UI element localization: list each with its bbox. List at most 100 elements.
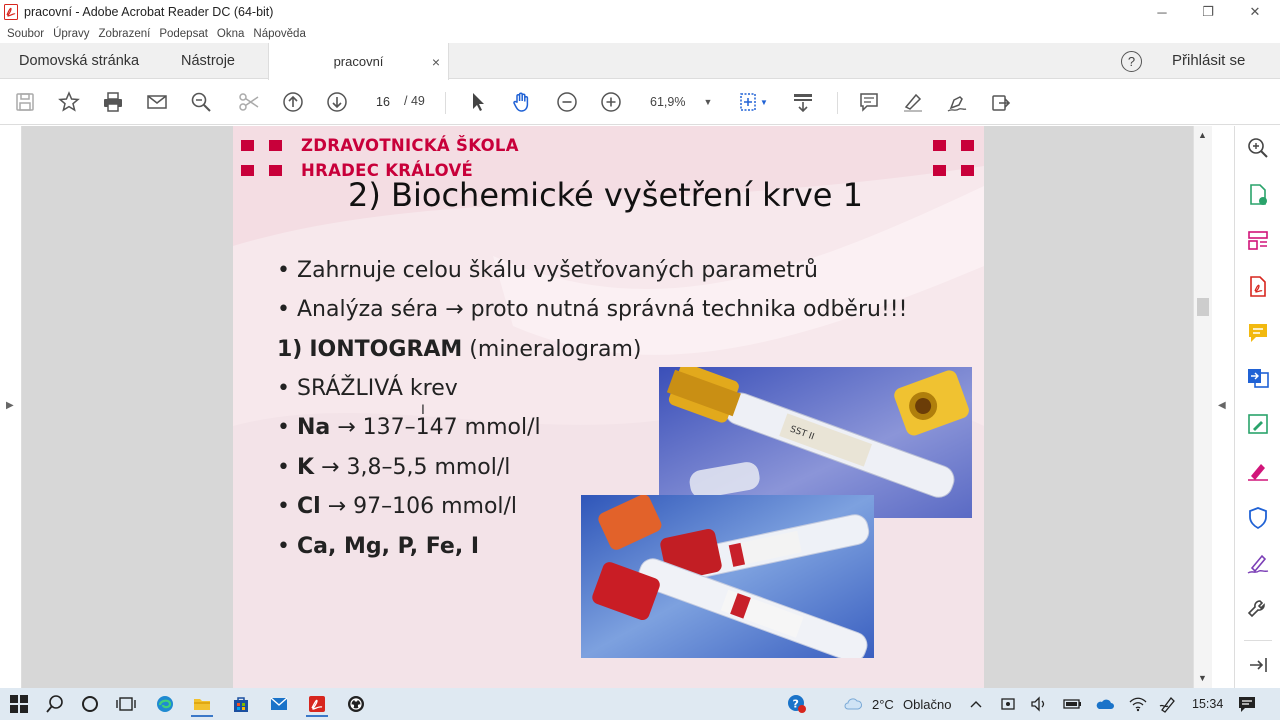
tab-bar: Domovská stránka Nástroje pracovní × ? P…: [0, 43, 1280, 80]
title-bar: pracovní - Adobe Acrobat Reader DC (64-b…: [0, 0, 1280, 24]
battery-icon[interactable]: [1061, 693, 1083, 715]
select-cursor-icon[interactable]: [465, 89, 491, 115]
left-pane-toggle[interactable]: ▶: [0, 126, 22, 688]
search-icon[interactable]: [44, 693, 66, 715]
notification-center-icon[interactable]: [1236, 693, 1258, 715]
chevron-up-icon[interactable]: [965, 693, 987, 715]
toolbar: 16 / 49 61,9% ▼ ▼: [0, 80, 1280, 125]
tab-tools[interactable]: Nástroje: [181, 43, 235, 79]
fill-sign-icon[interactable]: [1246, 458, 1270, 482]
save-icon[interactable]: [12, 89, 38, 115]
fit-dropdown-icon[interactable]: ▼: [758, 89, 770, 115]
zoom-in-icon[interactable]: [598, 89, 624, 115]
obs-icon[interactable]: [345, 693, 367, 715]
create-pdf-icon[interactable]: [1246, 275, 1270, 299]
close-window-button[interactable]: ✕: [1232, 0, 1278, 24]
edge-browser-icon[interactable]: [154, 693, 176, 715]
decor-square: [269, 140, 282, 151]
page-number-input[interactable]: 16: [366, 92, 400, 112]
wifi-icon[interactable]: [1127, 693, 1149, 715]
protect-shield-icon[interactable]: [1246, 506, 1270, 530]
mail-icon[interactable]: [268, 693, 290, 715]
weather-cloud-icon[interactable]: [842, 693, 864, 715]
weather-temperature[interactable]: 2°C: [872, 697, 894, 712]
comment-icon[interactable]: [856, 89, 882, 115]
convert-icon[interactable]: [1246, 366, 1270, 390]
highlight-pen-icon[interactable]: [900, 89, 926, 115]
organize-pages-icon[interactable]: [1246, 229, 1270, 253]
right-pane-toggle[interactable]: ◀: [1212, 126, 1233, 688]
cortana-icon[interactable]: [79, 693, 101, 715]
previous-page-icon[interactable]: [280, 89, 306, 115]
clock[interactable]: 15:34: [1192, 697, 1223, 711]
task-view-icon[interactable]: [115, 693, 137, 715]
windows-start-icon[interactable]: [8, 693, 30, 715]
acrobat-taskbar-icon[interactable]: [306, 693, 328, 717]
scroll-thumb[interactable]: [1197, 298, 1209, 316]
share-icon[interactable]: [988, 89, 1014, 115]
zoom-out-icon[interactable]: [554, 89, 580, 115]
toolbar-divider: [837, 92, 838, 114]
request-signature-icon[interactable]: [1246, 551, 1270, 575]
menu-file[interactable]: Soubor: [7, 28, 44, 40]
expand-right-icon[interactable]: ▶: [6, 400, 14, 411]
speaker-icon[interactable]: [1028, 693, 1050, 715]
sign-pen-icon[interactable]: [944, 89, 970, 115]
meet-now-icon[interactable]: [997, 693, 1019, 715]
zoom-search-icon[interactable]: [1246, 136, 1270, 160]
window-title: pracovní - Adobe Acrobat Reader DC (64-b…: [24, 5, 274, 19]
comment-tool-icon[interactable]: [1246, 321, 1270, 345]
svg-text:?: ?: [793, 698, 799, 711]
onedrive-icon[interactable]: [1094, 693, 1116, 715]
search-zoom-icon[interactable]: [188, 89, 214, 115]
collapse-left-icon[interactable]: ◀: [1218, 400, 1226, 411]
help-notification-icon[interactable]: ?: [786, 693, 808, 715]
bullet-item: • Ca, Mg, P, Fe, I: [277, 534, 480, 559]
menu-edit[interactable]: Úpravy: [53, 28, 89, 40]
vertical-scrollbar[interactable]: ▲ ▼: [1193, 126, 1212, 688]
bullet-item: • Na → 137–147 mmol/l: [277, 415, 541, 440]
menu-help[interactable]: Nápověda: [253, 28, 305, 40]
menu-sign[interactable]: Podepsat: [159, 28, 208, 40]
scroll-mode-icon[interactable]: [790, 89, 816, 115]
school-name-line1: ZDRAVOTNICKÁ ŠKOLA: [301, 136, 519, 155]
tools-divider: [1244, 640, 1272, 641]
bookmark-star-icon[interactable]: [56, 89, 82, 115]
bullet-item: • Cl → 97–106 mmol/l: [277, 494, 518, 519]
email-icon[interactable]: [144, 89, 170, 115]
tab-home[interactable]: Domovská stránka: [19, 43, 139, 79]
file-explorer-icon[interactable]: [191, 693, 213, 717]
print-icon[interactable]: [100, 89, 126, 115]
edit-pdf-icon[interactable]: [1246, 412, 1270, 436]
pdf-page: ZDRAVOTNICKÁ ŠKOLA HRADEC KRÁLOVÉ 2) Bio…: [233, 126, 984, 688]
menu-bar: Soubor Úpravy Zobrazení Podepsat Okna Ná…: [0, 24, 1280, 43]
hand-tool-icon[interactable]: [509, 89, 535, 115]
tab-document-label: pracovní: [333, 54, 384, 69]
export-pdf-icon[interactable]: [1246, 183, 1270, 207]
scissors-icon[interactable]: [236, 89, 262, 115]
help-icon[interactable]: ?: [1121, 51, 1142, 72]
zoom-level-select[interactable]: 61,9% ▼: [640, 90, 716, 114]
store-icon[interactable]: [230, 693, 252, 715]
menu-view[interactable]: Zobrazení: [99, 28, 151, 40]
acrobat-icon: [4, 4, 18, 20]
pen-input-icon[interactable]: [1157, 693, 1179, 715]
tools-pane: [1234, 126, 1280, 688]
collapse-pane-icon[interactable]: [1246, 653, 1270, 677]
decor-square: [933, 140, 946, 151]
tab-close-icon[interactable]: ×: [432, 54, 440, 70]
scroll-up-icon[interactable]: ▲: [1198, 130, 1207, 140]
weather-description[interactable]: Oblačno: [903, 697, 951, 712]
sign-in-button[interactable]: Přihlásit se: [1172, 52, 1245, 69]
scroll-down-icon[interactable]: ▼: [1198, 673, 1207, 683]
next-page-icon[interactable]: [324, 89, 350, 115]
decor-square: [269, 165, 282, 176]
tab-document[interactable]: pracovní ×: [268, 43, 449, 80]
maximize-button[interactable]: ❐: [1185, 0, 1231, 24]
zoom-level-value: 61,9%: [650, 95, 686, 109]
more-tools-icon[interactable]: [1246, 597, 1270, 621]
menu-window[interactable]: Okna: [217, 28, 245, 40]
text-cursor-icon: I: [421, 401, 425, 417]
section-heading: 1) IONTOGRAM (mineralogram): [277, 337, 642, 362]
minimize-button[interactable]: ─: [1139, 0, 1185, 24]
